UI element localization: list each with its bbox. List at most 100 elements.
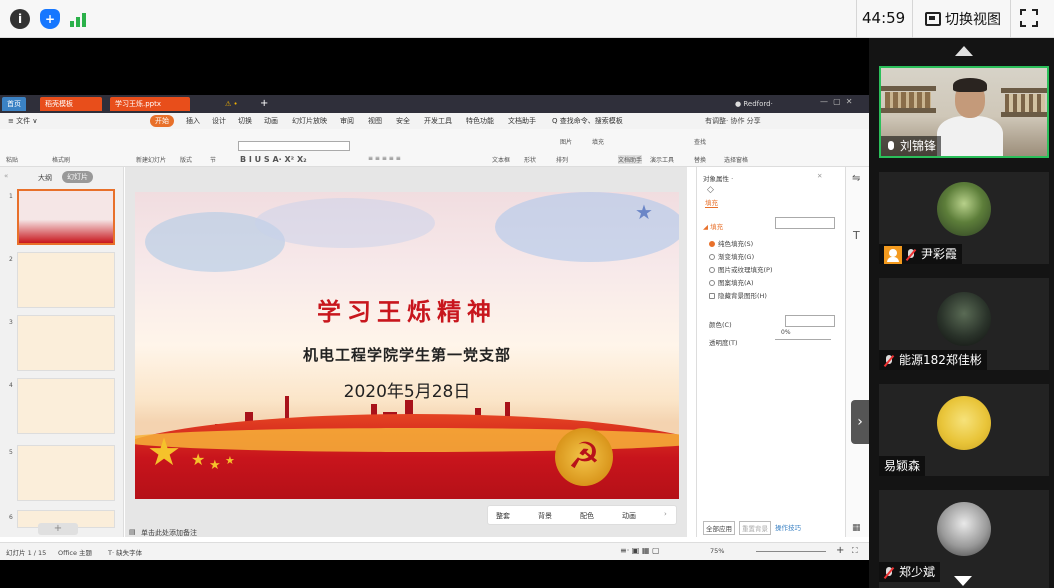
zoom-in-icon[interactable]: + [836,545,844,556]
ribbon-arrange[interactable]: 排列 [556,155,568,164]
quick-background-button[interactable]: 背景 [538,511,552,521]
user-account[interactable]: ● Redford· [735,97,773,111]
quick-animation-button[interactable]: 动画 [622,511,636,521]
missing-font[interactable]: T· 缺失字体 [108,547,142,557]
transparency-slider[interactable] [775,339,831,340]
notes-bar[interactable]: ▤ 单击此处添加备注 [125,525,687,539]
menu-view[interactable]: 视图 [368,116,382,126]
participant-name-tag: 易颖森 [879,456,926,476]
ribbon-section[interactable]: 节 [210,155,216,164]
menu-animation[interactable]: 动画 [264,116,278,126]
ribbon-doc-assistant[interactable]: 文档助手 [618,155,643,164]
menu-file[interactable]: ≡ 文件 ∨ [8,116,37,126]
ribbon-fill[interactable]: 填充 [592,137,604,146]
collab-share-menu[interactable]: 有调整· 协作 分享 [705,116,761,126]
participant-name-tag: 郑少斌 [879,562,941,582]
slide-thumbnail[interactable] [17,189,115,245]
scroll-up-icon[interactable] [955,46,973,56]
ribbon-find[interactable]: 查找 [694,137,706,146]
command-search[interactable]: Q 查找命令、搜索模板 [552,116,623,126]
participant-tile[interactable]: 尹彩霞 [879,172,1049,264]
slide-date[interactable]: 2020年5月28日 [135,377,679,402]
tab-template[interactable]: 稻壳模板 [40,97,102,111]
menu-slideshow[interactable]: 幻灯片放映 [292,116,327,126]
fit-window-icon[interactable]: ⛶ [852,546,858,556]
transparency-value: 0% [781,329,791,336]
menu-insert[interactable]: 插入 [186,116,200,126]
color-picker[interactable] [785,315,835,327]
menu-design[interactable]: 设计 [212,116,226,126]
participant-tile[interactable]: 能源182郑佳彬 [879,278,1049,370]
ribbon-shape[interactable]: 形状 [524,155,536,164]
menu-start[interactable]: 开始 [150,115,174,127]
participant-tile[interactable]: 郑少斌 [879,490,1049,588]
ribbon-replace[interactable]: 替换 [694,155,706,164]
hide-bg-graphics-checkbox[interactable]: 隐藏背景图形(H) [709,290,767,300]
view-mode-icons[interactable]: ≡· ▣ ▦ ▢ [620,546,660,555]
slide-title[interactable]: 学习王烁精神 [135,292,679,327]
tab-home[interactable]: 首页 [2,97,26,111]
quick-color-button[interactable]: 配色 [580,511,594,521]
fill-option-picture[interactable]: 图片或纹理填充(P) [709,264,773,274]
menu-transition[interactable]: 切换 [238,116,252,126]
info-icon[interactable]: i [10,9,30,29]
font-name-select[interactable] [238,141,350,151]
slide-thumbnail[interactable] [17,315,115,371]
text-icon[interactable]: T [853,229,860,242]
network-signal-icon[interactable] [68,9,88,29]
apply-all-button[interactable]: 全部应用 [703,521,735,535]
fill-option-gradient[interactable]: 渐变填充(G) [709,251,754,261]
slide-subtitle[interactable]: 机电工程学院学生第一党支部 [135,344,679,365]
paragraph-align-buttons[interactable]: ≡ ≡ ≡ ≡ ≡ [368,155,401,162]
tab-slides[interactable]: 幻灯片 [62,171,93,183]
ribbon-new-slide[interactable]: 新建幻灯片 [136,155,166,164]
mic-muted-icon [884,354,894,367]
fill-option-pattern[interactable]: 图案填充(A) [709,277,754,287]
ribbon-textbox[interactable]: 文本框 [492,155,510,164]
zoom-level[interactable]: 75% [710,547,724,555]
participant-tile[interactable]: 易颖森 [879,384,1049,476]
ribbon-paste[interactable]: 粘贴 [6,155,18,164]
reset-background-button[interactable]: 重置背景 [739,521,771,535]
zoom-slider[interactable] [756,551,826,552]
menu-security[interactable]: 安全 [396,116,410,126]
window-controls[interactable]: — ▢ ✕ [820,97,852,106]
tab-document[interactable]: 学习王烁.pptx [110,97,190,111]
fullscreen-icon[interactable] [1020,9,1038,27]
fill-type-select[interactable] [775,217,835,229]
participant-tile[interactable]: 刘锦锋 [879,66,1049,158]
collapse-panel-icon[interactable]: « [4,172,8,180]
switch-view-button[interactable]: 切换视图 [925,8,1001,30]
ribbon-select-pane[interactable]: 选择窗格 [724,155,748,164]
expand-panel-arrow-icon[interactable]: › [851,400,869,444]
menu-dev-tools[interactable]: 开发工具 [424,116,452,126]
properties-icon[interactable]: ⇋ [852,173,860,184]
menu-features[interactable]: 特色功能 [466,116,494,126]
new-tab-button[interactable]: + [255,97,273,111]
switch-view-label: 切换视图 [945,12,1001,28]
scroll-down-icon[interactable] [954,576,972,586]
tab-outline[interactable]: 大纲 [38,173,52,183]
ribbon-format-painter[interactable]: 格式刷 [52,155,70,164]
missing-font-label: 缺失字体 [116,549,143,557]
ribbon-image[interactable]: 图片 [560,137,572,146]
tab-fill[interactable]: 填充 [705,197,718,208]
font-style-buttons[interactable]: B I U S A· X² X₂ [240,155,307,164]
quick-suite-button[interactable]: 整套 [496,511,510,521]
menu-review[interactable]: 审阅 [340,116,354,126]
add-slide-button[interactable]: + [38,523,78,535]
grid-icon[interactable]: ▦ [852,523,861,533]
security-shield-icon[interactable]: + [40,9,60,29]
chevron-right-icon[interactable]: › [664,510,667,518]
ribbon-layout[interactable]: 版式 [180,155,192,164]
slide-thumbnail[interactable] [17,252,115,308]
current-slide[interactable]: ★ 学习王烁精神 机电工程学院学生第一党支部 2020年5月28日 ★ ★ ★ … [135,192,679,499]
fill-option-solid[interactable]: 纯色填充(S) [709,238,753,248]
menu-doc-assistant[interactable]: 文档助手 [508,116,536,126]
slide-thumbnail[interactable] [17,445,115,501]
close-panel-icon[interactable]: ✕ [817,172,822,180]
operation-tips-link[interactable]: 操作技巧 [775,522,801,532]
fill-bucket-icon: ◇ [707,185,714,195]
ribbon-presentation-tools[interactable]: 演示工具 [650,155,674,164]
slide-thumbnail[interactable] [17,378,115,434]
